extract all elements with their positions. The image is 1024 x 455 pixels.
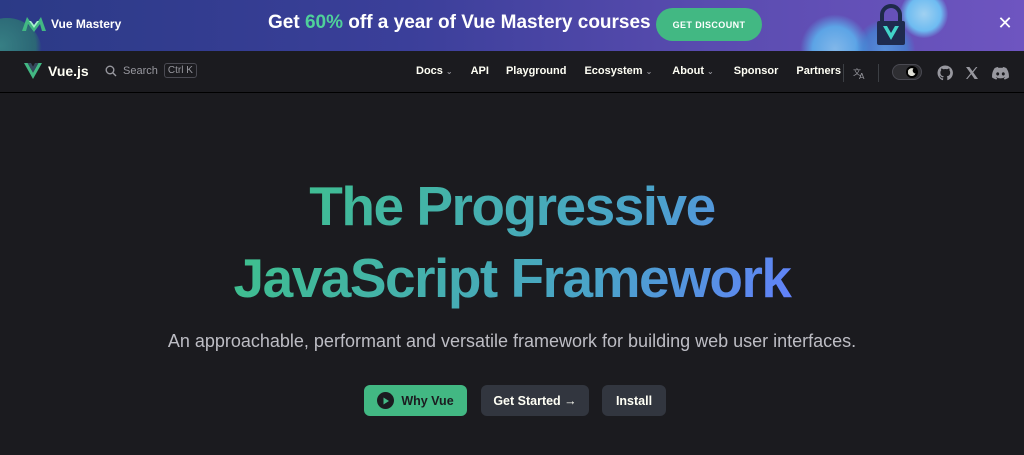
nav-item-label: Partners (796, 65, 841, 77)
nav-links: Docs ⌄ API Playground Ecosystem ⌄ About … (416, 65, 841, 77)
brand-name: Vue.js (48, 63, 89, 79)
get-started-button[interactable]: Get Started → (481, 385, 589, 416)
promo-banner[interactable]: Vue Mastery Get 60% off a year of Vue Ma… (0, 0, 1024, 51)
hero-title: The Progressive JavaScript Framework (0, 170, 1024, 314)
hero-actions: Why Vue Get Started → Install (0, 385, 1024, 417)
moon-icon (906, 66, 918, 78)
vue-mastery-icon (22, 17, 46, 32)
play-icon (377, 392, 395, 409)
chevron-down-icon: ⌄ (645, 66, 653, 76)
promo-percent: 60% (304, 12, 343, 33)
search-icon (105, 65, 117, 76)
vue-logo-icon (24, 63, 42, 79)
chevron-down-icon: ⌄ (445, 66, 453, 76)
nav-item-label: Ecosystem (584, 65, 643, 77)
translate-icon[interactable]: 文 A (852, 65, 868, 81)
promo-prefix: Get (268, 12, 305, 33)
search-label: Search (123, 64, 158, 77)
hero-title-line-1: The Progressive (309, 175, 715, 237)
search-button[interactable]: Search Ctrl K (105, 63, 197, 78)
nav-item-ecosystem[interactable]: Ecosystem ⌄ (584, 65, 652, 77)
nav-item-label: Sponsor (733, 65, 779, 77)
nav-item-partners[interactable]: Partners (796, 65, 841, 77)
why-vue-button[interactable]: Why Vue (364, 385, 467, 416)
nav-divider (843, 64, 844, 82)
nav-item-label: API (470, 65, 489, 77)
why-vue-label: Why Vue (401, 393, 454, 408)
nav-item-sponsor[interactable]: Sponsor (734, 65, 779, 77)
vue-mastery-logo-text: Vue Mastery (51, 17, 122, 31)
x-twitter-icon[interactable] (964, 65, 980, 81)
nav-divider (878, 64, 879, 82)
promo-text: Get 60% off a year of Vue Mastery course… (268, 12, 651, 34)
close-icon[interactable]: ✕ (996, 14, 1014, 32)
search-shortcut: Ctrl K (163, 63, 197, 78)
nav-item-api[interactable]: API (471, 65, 489, 77)
promo-suffix: off a year of Vue Mastery courses (342, 12, 651, 33)
nav-item-docs[interactable]: Docs ⌄ (416, 65, 453, 77)
vue-mastery-logo[interactable]: Vue Mastery (22, 16, 121, 32)
vue-brand-link[interactable]: Vue.js (24, 63, 89, 79)
get-discount-button[interactable]: GET DISCOUNT (656, 8, 762, 41)
hero-title-line-2: JavaScript Framework (233, 247, 791, 309)
github-icon[interactable] (936, 64, 954, 82)
nav-item-label: About (672, 65, 705, 77)
svg-text:A: A (859, 72, 865, 80)
nav-item-label: Docs (416, 65, 443, 77)
theme-toggle[interactable] (892, 64, 922, 80)
nav-item-label: Playground (505, 65, 567, 77)
discord-icon[interactable] (991, 65, 1009, 81)
chevron-down-icon: ⌄ (707, 66, 714, 76)
lock-icon (874, 4, 908, 51)
nav-item-playground[interactable]: Playground (506, 65, 567, 77)
hero-subtitle: An approachable, performant and versatil… (167, 331, 857, 351)
install-button[interactable]: Install (602, 385, 666, 416)
top-navbar: Vue.js Search Ctrl K Docs ⌄ API Playgrou… (0, 51, 1024, 93)
nav-item-about[interactable]: About ⌄ (672, 65, 713, 77)
